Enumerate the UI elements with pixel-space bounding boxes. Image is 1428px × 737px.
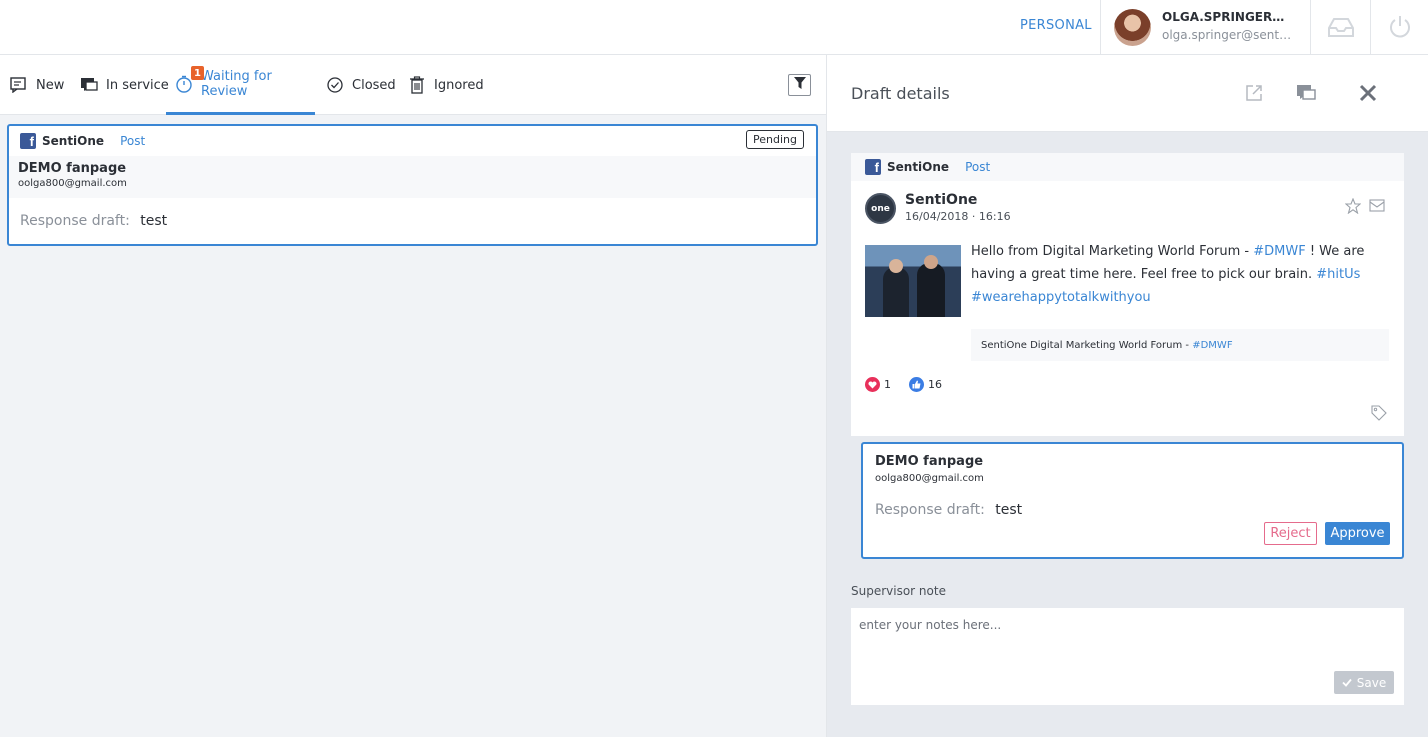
tab-in-service[interactable]: In service <box>80 55 169 115</box>
hashtag-link[interactable]: #DMWF <box>1192 340 1232 351</box>
divider <box>1310 0 1311 55</box>
top-bar: PERSONAL OLGA.SPRINGER@SENTIONE.COM olga… <box>0 0 1428 55</box>
supervisor-note-input[interactable] <box>851 608 1404 705</box>
like-count: 16 <box>928 378 942 391</box>
star-icon[interactable] <box>1344 197 1362 218</box>
post-image[interactable] <box>865 245 961 317</box>
facebook-icon: f <box>20 133 36 149</box>
source-name: SentiOne <box>887 160 950 174</box>
tab-label: In service <box>106 77 169 93</box>
tab-label: Closed <box>352 77 396 93</box>
draft-label: Response draft: <box>20 213 130 229</box>
facebook-icon: f <box>865 159 881 175</box>
save-note-button[interactable]: Save <box>1334 671 1394 694</box>
trash-icon <box>408 76 426 94</box>
status-tabs: New In service Waiting for Review Closed… <box>0 55 826 115</box>
tab-closed[interactable]: Closed <box>326 55 396 115</box>
message-edit-icon <box>10 76 28 94</box>
tag-icon[interactable] <box>1371 405 1387 425</box>
chat-icon <box>80 76 98 94</box>
hashtag-link[interactable]: #wearehappytotalkwithyou <box>971 290 1151 305</box>
mail-icon[interactable] <box>1369 199 1385 216</box>
author-email: oolga800@gmail.com <box>18 178 127 189</box>
post-avatar: one <box>865 193 896 224</box>
mode-switch-link[interactable]: PERSONAL <box>1020 18 1092 33</box>
supervisor-note-label: Supervisor note <box>851 584 946 598</box>
post-type[interactable]: Post <box>965 160 990 174</box>
conversation-card[interactable]: f SentiOne Post Pending DEMO fanpage ool… <box>7 124 818 246</box>
reactions: 1 16 <box>865 377 942 392</box>
divider <box>1370 0 1371 55</box>
response-draft: Response draft: test <box>875 502 1022 518</box>
author-block: DEMO fanpage oolga800@gmail.com <box>9 156 816 198</box>
approve-button[interactable]: Approve <box>1325 522 1390 545</box>
tab-label: New <box>36 77 65 93</box>
author-email: oolga800@gmail.com <box>875 473 984 484</box>
like-icon <box>909 377 924 392</box>
conversation-list-panel: New In service Waiting for Review Closed… <box>0 55 827 737</box>
tab-ignored[interactable]: Ignored <box>408 55 484 115</box>
details-title: Draft details <box>851 84 950 103</box>
post-text: Hello from Digital Marketing World Forum… <box>971 240 1391 309</box>
hashtag-link[interactable]: #hitUs <box>1316 267 1360 282</box>
draft-details-panel: Draft details f SentiOne Post one SentiO… <box>827 55 1428 737</box>
love-icon <box>865 377 880 392</box>
tab-waiting-for-review[interactable]: Waiting for Review <box>166 55 315 115</box>
post-type: Post <box>120 134 146 148</box>
check-circle-icon <box>326 76 344 94</box>
preview-text: SentiOne Digital Marketing World Forum - <box>981 340 1193 351</box>
filter-button[interactable] <box>788 74 811 96</box>
response-draft: Response draft: test <box>9 198 816 229</box>
details-header: Draft details <box>827 55 1428 132</box>
draft-value: test <box>140 213 168 229</box>
draft-label: Response draft: <box>875 502 985 518</box>
tab-label: Ignored <box>434 77 484 93</box>
save-label: Save <box>1356 675 1387 690</box>
link-preview[interactable]: SentiOne Digital Marketing World Forum -… <box>971 329 1389 361</box>
hashtag-link[interactable]: #DMWF <box>1253 244 1305 259</box>
check-icon <box>1342 676 1352 690</box>
post-author[interactable]: SentiOne <box>905 192 977 208</box>
tab-new[interactable]: New <box>10 55 64 115</box>
chat-icon[interactable] <box>1293 81 1319 105</box>
user-name[interactable]: OLGA.SPRINGER@SENTIONE.COM <box>1162 10 1292 24</box>
tab-label: Waiting for Review <box>201 68 272 99</box>
close-icon[interactable] <box>1355 81 1381 105</box>
post-card-header: f SentiOne Post <box>851 153 1404 181</box>
status-badge: Pending <box>746 130 804 149</box>
inbox-icon[interactable] <box>1326 13 1356 41</box>
love-count: 1 <box>884 378 891 391</box>
reject-button[interactable]: Reject <box>1264 522 1317 545</box>
filter-icon <box>793 77 806 93</box>
author-name: DEMO fanpage <box>875 454 984 469</box>
draft-value: test <box>995 502 1023 518</box>
source-name: SentiOne <box>42 134 105 148</box>
author-name: DEMO fanpage <box>18 161 127 176</box>
post-date: 16/04/2018 · 16:16 <box>905 210 1011 223</box>
review-card: DEMO fanpage oolga800@gmail.com Response… <box>861 442 1404 559</box>
post-card: f SentiOne Post one SentiOne 16/04/2018 … <box>851 153 1404 436</box>
user-email: olga.springer@sentione.com <box>1162 28 1294 42</box>
divider <box>1100 0 1101 55</box>
card-header: f SentiOne Post Pending <box>9 126 816 156</box>
review-count-badge: 1 <box>191 66 204 80</box>
power-icon[interactable] <box>1385 13 1415 41</box>
avatar[interactable] <box>1114 9 1151 46</box>
post-text-part: Hello from Digital Marketing World Forum… <box>971 244 1254 259</box>
open-external-icon[interactable] <box>1241 81 1267 105</box>
